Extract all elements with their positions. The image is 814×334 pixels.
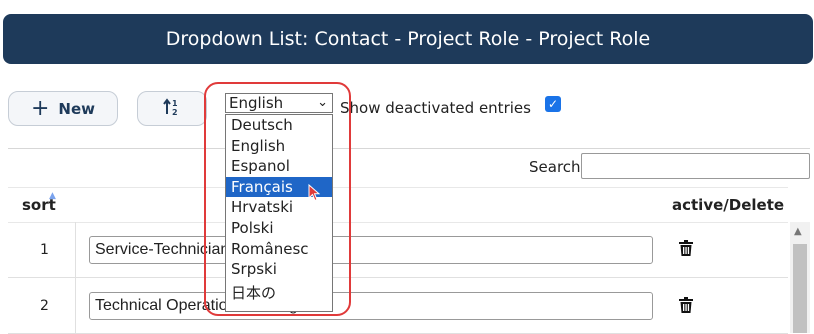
cell-divider (75, 222, 76, 277)
language-option[interactable]: Srpski (226, 259, 332, 280)
cell-divider (75, 278, 76, 333)
entry-text-field[interactable]: Service-Technician (89, 236, 653, 264)
row-sort-number: 1 (40, 242, 49, 258)
row-sort-number: 2 (40, 298, 49, 314)
new-button[interactable]: + New (8, 91, 118, 126)
trash-icon[interactable] (679, 240, 693, 260)
sort-ascending-icon: 1 2 (162, 97, 182, 121)
new-button-label: New (58, 99, 96, 118)
trash-icon[interactable] (679, 297, 693, 317)
sort-button[interactable]: 1 2 (137, 91, 207, 126)
show-deactivated-label: Show deactivated entries (340, 99, 531, 117)
plus-icon: + (30, 95, 50, 121)
language-dropdown-list[interactable]: Deutsch English Espanol Français Hrvatsk… (225, 114, 333, 312)
search-input[interactable] (581, 153, 810, 179)
language-select[interactable]: English ⌄ (225, 93, 333, 113)
svg-text:1: 1 (172, 99, 178, 108)
search-label: Search (529, 158, 581, 176)
vertical-scrollbar[interactable]: ▲ (790, 222, 810, 333)
show-deactivated-checkbox[interactable]: ✓ (545, 96, 561, 112)
page-title: Dropdown List: Contact - Project Role - … (165, 28, 651, 50)
column-header-active-delete: active/Delete (672, 196, 785, 214)
language-option[interactable]: Deutsch (226, 115, 332, 136)
language-option[interactable]: Polski (226, 218, 332, 239)
table-header (8, 187, 788, 223)
mouse-cursor-icon (308, 183, 321, 206)
scrollbar-thumb[interactable] (793, 244, 807, 333)
page-title-bar: Dropdown List: Contact - Project Role - … (3, 14, 813, 64)
language-select-value: English (229, 94, 284, 112)
divider (8, 148, 810, 149)
chevron-down-icon: ⌄ (317, 95, 328, 110)
language-option[interactable]: 日本の (226, 280, 332, 306)
svg-text:2: 2 (172, 108, 178, 117)
sort-indicator-icon: ▲ (49, 191, 56, 201)
table-row: 2 Technical Operations Manager (8, 278, 788, 334)
scroll-up-arrow-icon[interactable]: ▲ (794, 226, 802, 237)
language-option[interactable]: Espanol (226, 156, 332, 177)
language-option[interactable]: English (226, 136, 332, 157)
language-option[interactable]: Românesc (226, 239, 332, 260)
entry-text-field[interactable]: Technical Operations Manager (89, 292, 653, 320)
table-row: 1 Service-Technician (8, 222, 788, 278)
checkmark-icon: ✓ (547, 97, 559, 111)
